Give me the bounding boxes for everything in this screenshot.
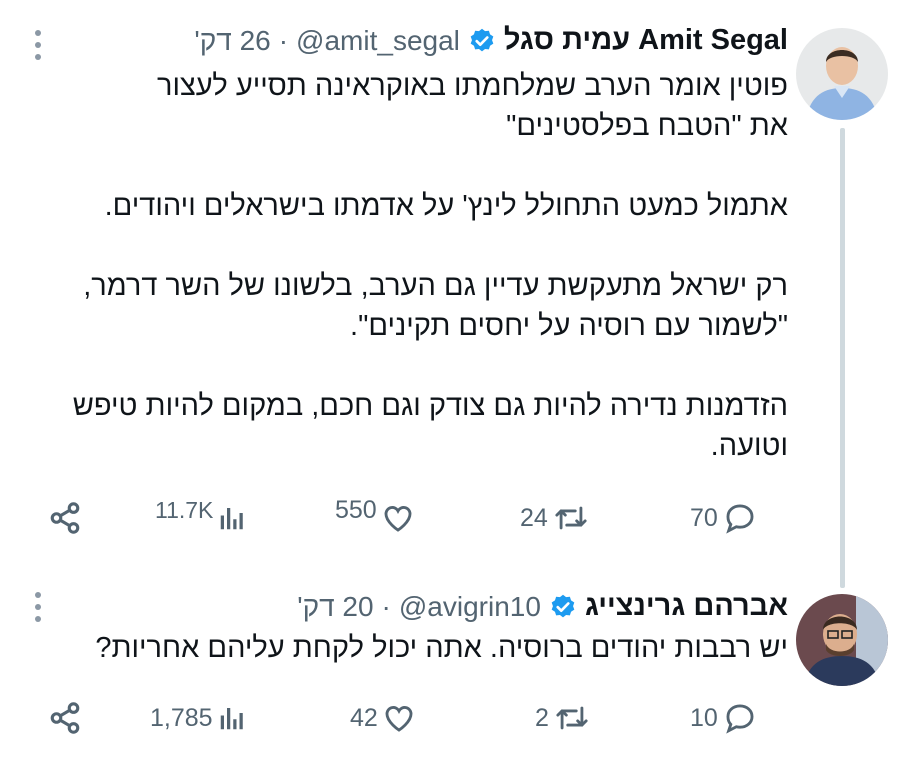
tweet-paragraph: אתמול כמעט התחולל לינץ' על אדמתו בישראלי… (104, 190, 788, 222)
reply-icon (726, 704, 754, 734)
likes-count: 550 (335, 495, 377, 524)
separator-dot: · (278, 24, 289, 56)
like-icon (384, 506, 412, 532)
tweet-paragraph: פוטין אומר הערב שמלחמתו באוקראינה תסייע … (156, 70, 788, 142)
timestamp[interactable]: 26 דק' (194, 25, 270, 57)
author-name[interactable]: אברהם גרינצייג (585, 590, 788, 623)
tweet-header: אברהם גרינצייג @avigrin10 · 20 דק' (297, 590, 788, 623)
share-button[interactable] (48, 696, 82, 740)
more-icon[interactable] (28, 592, 48, 622)
tweet-actions: 11.7K 550 24 70 (40, 496, 780, 540)
views-icon (221, 508, 244, 530)
reply-icon (726, 504, 754, 534)
like-button[interactable]: 42 (350, 696, 416, 740)
tweet-paragraph: יש רבבות יהודים ברוסיה. אתה יכול לקחת על… (95, 632, 788, 664)
views-count: 11.7K (155, 496, 214, 523)
reply-button[interactable]: 70 (690, 496, 758, 540)
author-handle[interactable]: @avigrin10 (399, 591, 541, 623)
timestamp[interactable]: 20 דק' (297, 591, 373, 623)
verified-icon (470, 28, 494, 51)
verified-icon (551, 594, 575, 617)
replies-count: 70 (690, 503, 718, 532)
tweet-text: יש רבבות יהודים ברוסיה. אתה יכול לקחת על… (48, 628, 788, 668)
retweets-count: 2 (535, 703, 549, 732)
retweet-icon (556, 706, 588, 730)
retweet-button[interactable]: 24 (520, 496, 590, 540)
share-button[interactable] (48, 496, 82, 540)
thread-line (840, 128, 845, 588)
replies-count: 10 (690, 703, 718, 732)
author-handle[interactable]: @amit_segal (296, 25, 460, 57)
tweet-header: עמית סגל Amit Segal @amit_segal · 26 דק' (194, 24, 788, 57)
tweet-paragraph: הזדמנות נדירה להיות גם צודק וגם חכם, במק… (72, 390, 788, 462)
avatar[interactable] (796, 594, 888, 686)
like-icon (385, 706, 413, 732)
tweet-text: פוטין אומר הערב שמלחמתו באוקראינה תסייע … (48, 66, 788, 466)
tweet-paragraph: רק ישראל מתעקשת עדיין גם הערב, בלשונו של… (83, 270, 788, 342)
likes-count: 42 (350, 703, 378, 732)
tweet-actions: 1,785 42 2 10 (40, 696, 780, 740)
views-button[interactable]: 1,785 (150, 696, 247, 740)
author-name[interactable]: עמית סגל Amit Segal (504, 24, 788, 57)
views-icon (220, 708, 243, 730)
share-icon (50, 702, 80, 734)
views-button[interactable]: 11.7K (155, 496, 247, 540)
retweet-icon (555, 506, 587, 530)
views-count: 1,785 (150, 703, 213, 732)
like-button[interactable]: 550 (335, 496, 415, 540)
separator-dot: · (381, 590, 391, 622)
retweet-button[interactable]: 2 (535, 696, 591, 740)
avatar[interactable] (796, 28, 888, 120)
reply-button[interactable]: 10 (690, 696, 758, 740)
retweets-count: 24 (520, 503, 548, 532)
more-icon[interactable] (28, 30, 48, 60)
share-icon (50, 502, 80, 534)
